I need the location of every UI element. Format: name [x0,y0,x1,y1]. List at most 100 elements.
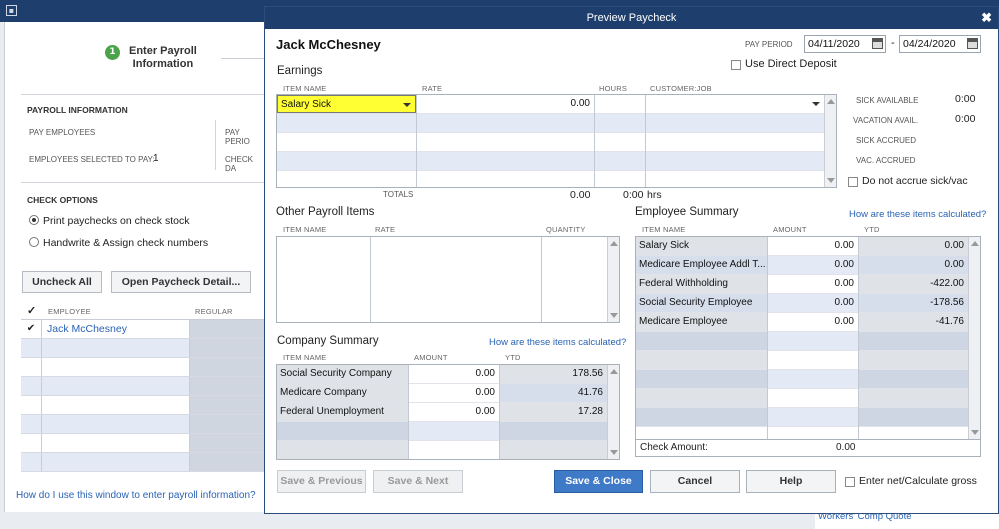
open-paycheck-detail-button[interactable]: Open Paycheck Detail... [111,271,251,293]
employee-item-amount[interactable]: 0.00 [767,294,858,312]
table-row[interactable] [277,133,824,152]
table-row[interactable] [21,434,266,453]
table-row[interactable]: Social Security Company 0.00 178.56 [277,365,607,384]
regular-cell[interactable] [190,320,266,338]
scroll-down-icon[interactable] [610,450,618,455]
table-row[interactable]: Salary Sick 0.00 [277,95,824,114]
chevron-down-icon[interactable] [403,103,411,107]
earnings-scrollbar[interactable] [824,95,836,187]
table-row[interactable]: Medicare Employee 0.00 -41.76 [636,313,968,332]
table-row[interactable] [636,408,968,427]
step-indicator: 1 Enter Payroll Information [105,45,197,71]
cancel-button[interactable]: Cancel [650,470,740,493]
employee-item-amount[interactable]: 0.00 [767,256,858,274]
table-row[interactable] [636,351,968,370]
table-row[interactable]: Federal Withholding 0.00 -422.00 [636,275,968,294]
print-paychecks-label: Print paychecks on check stock [43,215,190,227]
company-how-calculated-link[interactable]: How are these items calculated? [489,337,626,348]
checkmark-icon[interactable]: ✔ [21,320,42,338]
direct-deposit-checkbox[interactable] [731,60,741,70]
table-row[interactable] [277,422,607,441]
table-row[interactable] [277,171,824,187]
save-close-button[interactable]: Save & Close [554,470,643,493]
help-button[interactable]: Help [746,470,836,493]
company-scrollbar[interactable] [607,365,619,459]
dialog-title: Preview Paycheck [586,12,677,24]
table-row[interactable] [636,370,968,389]
enter-net-checkbox[interactable] [845,477,855,487]
table-row[interactable] [277,114,824,133]
do-not-accrue-checkbox[interactable] [848,177,858,187]
sick-accrued-label: SICK ACCRUED [856,136,917,145]
other-payroll-scrollbar[interactable] [607,237,619,322]
column-divider [499,365,500,459]
window-menu-icon[interactable]: ▪ [6,5,17,16]
pay-period-to-value: 04/24/2020 [903,38,956,50]
grid-header: ✓ EMPLOYEE REGULAR [21,303,266,320]
divider [215,120,216,170]
print-paychecks-option[interactable]: Print paychecks on check stock [29,215,189,227]
employee-summary-heading: Employee Summary [635,206,739,218]
earnings-item-cell[interactable]: Salary Sick [277,95,416,113]
employee-item-amount[interactable]: 0.00 [767,313,858,331]
company-item-amount[interactable]: 0.00 [408,384,499,402]
table-row[interactable] [636,389,968,408]
radio-icon[interactable] [29,237,39,247]
employee-item-amount[interactable]: 0.00 [767,237,858,255]
calendar-icon[interactable] [967,38,978,49]
column-divider [370,237,371,322]
scroll-down-icon[interactable] [971,430,979,435]
payroll-help-link[interactable]: How do I use this window to enter payrol… [16,490,256,501]
vacation-avail-value: 0:00 [955,113,976,125]
table-row[interactable] [21,339,266,358]
table-row[interactable] [21,415,266,434]
chevron-down-icon[interactable] [812,102,820,106]
employee-scrollbar[interactable] [968,237,980,439]
earnings-job-cell[interactable] [647,95,824,113]
table-row[interactable] [21,358,266,377]
table-row[interactable]: Salary Sick 0.00 0.00 [636,237,968,256]
earnings-rate-cell[interactable]: 0.00 [416,95,594,113]
table-row[interactable]: Federal Unemployment 0.00 17.28 [277,403,607,422]
table-row[interactable]: ✔ Jack McChesney [21,320,266,339]
table-row[interactable] [21,377,266,396]
pay-period-to-field[interactable]: 04/24/2020 [899,35,981,53]
table-row[interactable] [277,152,824,171]
table-row[interactable] [21,453,266,472]
employee-col-ytd: YTD [864,225,880,234]
column-divider [645,95,646,187]
employee-item-amount[interactable]: 0.00 [767,275,858,293]
table-row[interactable] [636,332,968,351]
company-item-amount[interactable]: 0.00 [408,403,499,421]
save-previous-button[interactable]: Save & Previous [277,470,366,493]
other-col-quantity: QUANTITY [546,225,586,234]
radio-selected-icon[interactable] [29,215,39,225]
scroll-down-icon[interactable] [827,178,835,183]
close-icon[interactable]: ✖ [981,7,992,29]
employee-col-amount: AMOUNT [773,225,807,234]
calendar-icon[interactable] [872,38,883,49]
employee-name[interactable]: Jack McChesney [47,323,127,335]
handwrite-option[interactable]: Handwrite & Assign check numbers [29,237,208,249]
scroll-up-icon[interactable] [610,241,618,246]
table-row[interactable]: Social Security Employee 0.00 -178.56 [636,294,968,313]
company-item-amount[interactable]: 0.00 [408,365,499,383]
save-next-button[interactable]: Save & Next [373,470,463,493]
scroll-up-icon[interactable] [971,241,979,246]
total-rate: 0.00 [570,189,591,201]
employee-how-calculated-link[interactable]: How are these items calculated? [849,209,986,220]
employee-cell[interactable]: Jack McChesney [42,320,190,338]
employee-item-ytd: -178.56 [858,294,968,312]
table-row[interactable]: Medicare Employee Addl T... 0.00 0.00 [636,256,968,275]
pay-period-from-field[interactable]: 04/11/2020 [804,35,886,53]
table-row[interactable] [21,396,266,415]
table-row[interactable]: Medicare Company 0.00 41.76 [277,384,607,403]
employee-item-ytd: -422.00 [858,275,968,293]
check-options-heading: CHECK OPTIONS [27,195,98,205]
table-row[interactable] [277,441,607,459]
scroll-up-icon[interactable] [827,99,835,104]
scroll-down-icon[interactable] [610,313,618,318]
uncheck-all-button[interactable]: Uncheck All [22,271,102,293]
employees-selected-value: 1 [153,153,159,164]
scroll-up-icon[interactable] [610,369,618,374]
